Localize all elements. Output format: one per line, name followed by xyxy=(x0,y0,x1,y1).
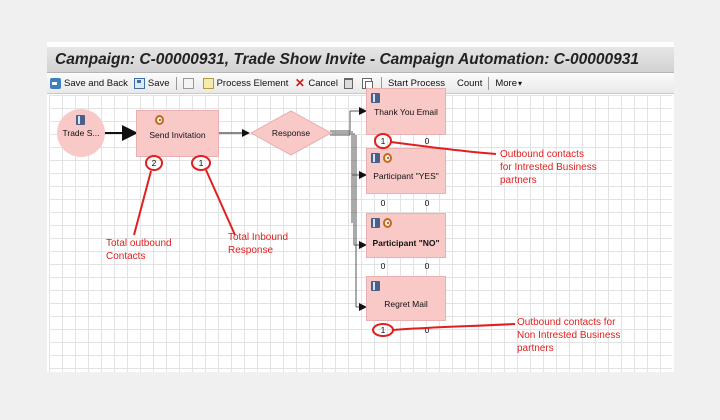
annotation-line: Outbound contacts for xyxy=(517,317,616,328)
target-icon xyxy=(383,218,392,228)
page-title: Campaign: C-00000931, Trade Show Invite … xyxy=(55,51,639,68)
participant-yes-outbound-count: 0 xyxy=(380,198,386,208)
campaign-icon xyxy=(371,281,380,291)
target-icon xyxy=(155,115,164,125)
total-outbound-count: 2 xyxy=(151,158,157,168)
regret-mail-label: Regret Mail xyxy=(384,299,428,309)
response-node[interactable]: Response xyxy=(271,126,311,140)
participant-yes-node[interactable]: Participant "YES" xyxy=(366,148,446,194)
campaign-icon xyxy=(371,153,380,163)
edit-icon xyxy=(182,78,194,89)
toolbar-divider xyxy=(175,77,177,90)
annotation-line: partners xyxy=(517,343,554,354)
annotation-non-interested: Outbound contacts for Non Intrested Busi… xyxy=(517,316,620,355)
more-menu-button[interactable]: More ▾ xyxy=(492,75,525,93)
participant-no-inbound-count: 0 xyxy=(424,261,430,271)
start-node[interactable]: Trade S... xyxy=(57,109,105,157)
thank-you-email-label: Thank You Email xyxy=(374,107,438,117)
regret-mail-inbound-count: 0 xyxy=(424,325,430,335)
annotation-line: Outbound contacts xyxy=(500,149,584,160)
delete-button[interactable] xyxy=(341,75,359,93)
annotation-line: for Intrested Business xyxy=(500,162,597,173)
toolbar: Save and Back Save Process Element ✕ Can… xyxy=(47,74,674,94)
toolbar-divider xyxy=(488,77,490,90)
save-button[interactable]: Save xyxy=(131,75,173,93)
send-invitation-node[interactable]: Send Invitation xyxy=(136,110,219,157)
participant-yes-label: Participant "YES" xyxy=(373,171,439,181)
participant-no-node[interactable]: Participant "NO" xyxy=(366,213,446,258)
save-and-back-label: Save and Back xyxy=(64,78,128,89)
annotation-total-outbound: Total outbound Contacts xyxy=(106,237,172,263)
thank-you-email-node[interactable]: Thank You Email xyxy=(366,88,446,135)
participant-yes-inbound-count: 0 xyxy=(424,198,430,208)
save-back-icon xyxy=(50,78,61,89)
campaign-icon xyxy=(371,93,380,103)
save-label: Save xyxy=(147,78,170,89)
campaign-icon xyxy=(76,115,85,125)
participant-no-outbound-count: 0 xyxy=(380,261,386,271)
annotation-total-inbound: Total Inbound Response xyxy=(228,231,288,257)
annotation-line: partners xyxy=(500,175,537,186)
count-label: Count xyxy=(456,78,483,89)
chevron-down-icon: ▾ xyxy=(518,79,523,88)
count-button[interactable]: Count xyxy=(454,75,485,93)
cancel-label: Cancel xyxy=(308,78,338,89)
more-label: More xyxy=(495,78,517,89)
flow-canvas[interactable]: Trade S... Send Invitation 2 1 Response … xyxy=(49,88,672,372)
edit-button[interactable] xyxy=(180,75,200,93)
process-element-button[interactable]: Process Element xyxy=(200,75,292,93)
process-element-label: Process Element xyxy=(216,78,289,89)
target-icon xyxy=(383,153,392,163)
annotation-line: Total Inbound xyxy=(228,232,289,243)
annotation-line: Response xyxy=(228,245,274,256)
cancel-button[interactable]: ✕ Cancel xyxy=(291,75,341,93)
automation-window: Campaign: C-00000931, Trade Show Invite … xyxy=(47,42,674,372)
total-inbound-count: 1 xyxy=(198,158,204,168)
floppy-disk-icon xyxy=(133,78,145,89)
campaign-icon xyxy=(371,218,380,228)
process-element-icon xyxy=(202,78,214,89)
start-node-label: Trade S... xyxy=(62,128,100,138)
response-label: Response xyxy=(271,128,311,138)
trash-icon xyxy=(343,78,353,89)
annotation-interested: Outbound contacts for Intrested Business… xyxy=(500,148,597,187)
cancel-x-icon: ✕ xyxy=(294,76,305,90)
regret-mail-outbound-count: 1 xyxy=(380,325,386,335)
regret-mail-node[interactable]: Regret Mail xyxy=(366,276,446,321)
title-bar: Campaign: C-00000931, Trade Show Invite … xyxy=(47,47,674,73)
send-invitation-label: Send Invitation xyxy=(149,130,206,140)
annotation-line: Total outbound xyxy=(106,238,172,249)
thank-you-inbound-count: 0 xyxy=(424,136,430,146)
annotation-line: Contacts xyxy=(106,251,146,262)
participant-no-label: Participant "NO" xyxy=(372,238,440,248)
thank-you-outbound-count: 1 xyxy=(380,136,386,146)
save-and-back-button[interactable]: Save and Back xyxy=(47,75,131,93)
annotation-line: Non Intrested Business xyxy=(517,330,621,341)
